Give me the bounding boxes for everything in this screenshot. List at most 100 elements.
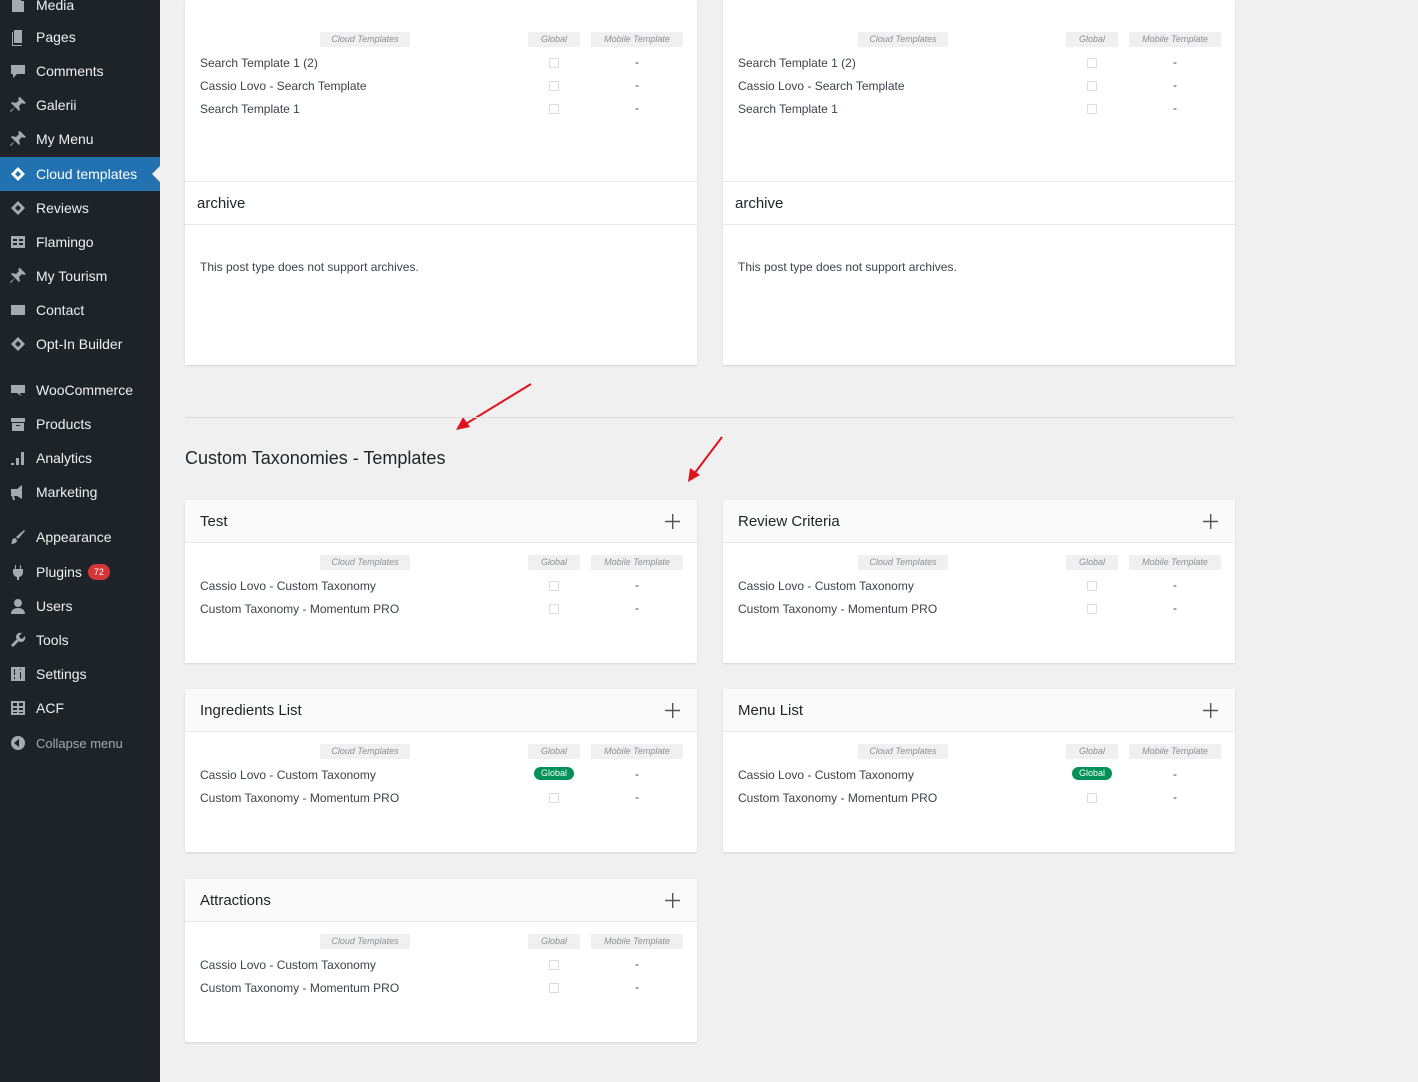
diamond-icon [0,165,36,183]
sidebar-item-analytics[interactable]: Analytics [0,441,160,475]
global-checkbox[interactable] [549,960,559,970]
global-checkbox[interactable] [1087,104,1097,114]
add-template-button[interactable] [1200,511,1220,531]
sidebar-item-label: Contact [36,302,85,318]
mobile-template-header: Mobile Template [591,555,683,570]
table-row: Cassio Lovo - Custom Taxonomy Global - [185,764,697,787]
add-template-button[interactable] [1200,700,1220,720]
mobile-template-value: - [1173,101,1177,115]
sidebar-item-plugins[interactable]: Plugins 72 [0,555,160,589]
media-icon [0,0,36,14]
global-checkbox[interactable] [549,104,559,114]
sidebar-item-galerii[interactable]: Galerii [0,88,160,122]
sidebar-item-tools[interactable]: Tools [0,623,160,657]
mobile-template-value: - [635,578,639,592]
template-name[interactable]: Cassio Lovo - Search Template [200,79,367,93]
table-row: Custom Taxonomy - Momentum PRO - [723,787,1235,810]
table-row: Custom Taxonomy - Momentum PRO - [185,598,697,621]
table-row: Cassio Lovo - Search Template - [185,75,697,98]
sidebar-item-label: ACF [36,700,64,716]
global-checkbox[interactable] [549,81,559,91]
user-icon [0,597,36,615]
sidebar-item-contact[interactable]: Contact [0,293,160,327]
global-checkbox[interactable] [1087,604,1097,614]
sidebar-item-my-tourism[interactable]: My Tourism [0,259,160,293]
add-template-button[interactable] [662,511,682,531]
template-list: Cassio Lovo - Custom Taxonomy - Custom Tax… [185,575,697,621]
sidebar-item-label: Reviews [36,200,89,216]
global-checkbox[interactable] [1087,793,1097,803]
sidebar-item-label: My Tourism [36,268,108,284]
template-name[interactable]: Custom Taxonomy - Momentum PRO [200,791,399,805]
sidebar-item-label: Pages [36,29,76,45]
add-template-button[interactable] [662,700,682,720]
table-row: Cassio Lovo - Custom Taxonomy - [723,575,1235,598]
global-checkbox[interactable] [1087,58,1097,68]
mobile-template-header: Mobile Template [591,744,683,759]
sidebar-item-label: Analytics [36,450,93,466]
template-list: Search Template 1 (2) - Cassio Lovo - Sea… [723,52,1235,121]
sidebar-item-settings[interactable]: Settings [0,657,160,691]
sliders-icon [0,665,36,683]
sidebar-item-users[interactable]: Users [0,589,160,623]
table-head: Cloud Templates Global Mobile Template [185,934,697,954]
global-checkbox[interactable] [549,793,559,803]
card-title: Review Criteria [738,512,840,530]
sidebar-item-reviews[interactable]: Reviews [0,191,160,225]
template-name[interactable]: Search Template 1 (2) [738,56,856,70]
sidebar-item-woocommerce[interactable]: WooCommerce [0,373,160,407]
global-badge[interactable]: Global [1072,767,1112,780]
global-badge[interactable]: Global [534,767,574,780]
cloud-templates-header: Cloud Templates [320,744,410,759]
template-list: Cassio Lovo - Custom Taxonomy - Custom Tax… [185,954,697,1000]
global-checkbox[interactable] [549,604,559,614]
sidebar-item-label: Users [36,598,73,614]
template-name[interactable]: Custom Taxonomy - Momentum PRO [200,981,399,995]
template-name[interactable]: Cassio Lovo - Custom Taxonomy [200,958,376,972]
template-name[interactable]: Cassio Lovo - Custom Taxonomy [738,579,914,593]
template-name[interactable]: Custom Taxonomy - Momentum PRO [738,602,937,616]
template-name[interactable]: Search Template 1 [200,102,300,116]
archive-icon [0,415,36,433]
global-checkbox[interactable] [1087,81,1097,91]
cloud-templates-header: Cloud Templates [320,32,410,47]
taxonomy-card: Attractions Cloud Templates Global Mobile T… [185,879,697,1042]
collapse-menu-label: Collapse menu [36,735,123,751]
template-name[interactable]: Search Template 1 [738,102,838,116]
template-name[interactable]: Cassio Lovo - Custom Taxonomy [200,768,376,782]
archive-title: archive [723,181,1235,225]
sidebar-item-products[interactable]: Products [0,407,160,441]
template-name[interactable]: Cassio Lovo - Custom Taxonomy [738,768,914,782]
sidebar-item-comments[interactable]: Comments [0,54,160,88]
global-header: Global [1066,555,1118,570]
comments-icon [0,62,36,80]
sidebar-item-flamingo[interactable]: Flamingo [0,225,160,259]
sidebar-item-appearance[interactable]: Appearance [0,520,160,554]
template-name[interactable]: Cassio Lovo - Search Template [738,79,905,93]
mobile-template-header: Mobile Template [1129,555,1221,570]
mobile-template-value: - [635,101,639,115]
template-name[interactable]: Custom Taxonomy - Momentum PRO [200,602,399,616]
global-checkbox[interactable] [549,581,559,591]
sidebar-item-opt-in-builder[interactable]: Opt-In Builder [0,327,160,361]
global-checkbox[interactable] [549,983,559,993]
template-name[interactable]: Custom Taxonomy - Momentum PRO [738,791,937,805]
sidebar-item-marketing[interactable]: Marketing [0,475,160,509]
sidebar-item-pages[interactable]: Pages [0,20,160,54]
collapse-menu-button[interactable]: Collapse menu [0,726,160,760]
brush-icon [0,528,36,546]
card-title: Test [200,512,228,530]
global-checkbox[interactable] [549,58,559,68]
sidebar-item-my-menu[interactable]: My Menu [0,122,160,156]
sidebar-item-acf[interactable]: ACF [0,691,160,725]
global-checkbox[interactable] [1087,581,1097,591]
template-list: Cassio Lovo - Custom Taxonomy - Custom Tax… [723,575,1235,621]
mobile-template-value: - [635,601,639,615]
template-name[interactable]: Cassio Lovo - Custom Taxonomy [200,579,376,593]
sidebar-item-media[interactable]: Media [0,0,160,22]
sidebar-item-cloud-templates[interactable]: Cloud templates [0,157,160,191]
global-header: Global [1066,32,1118,47]
add-template-button[interactable] [662,890,682,910]
card-header: Menu List [723,689,1235,732]
template-name[interactable]: Search Template 1 (2) [200,56,318,70]
